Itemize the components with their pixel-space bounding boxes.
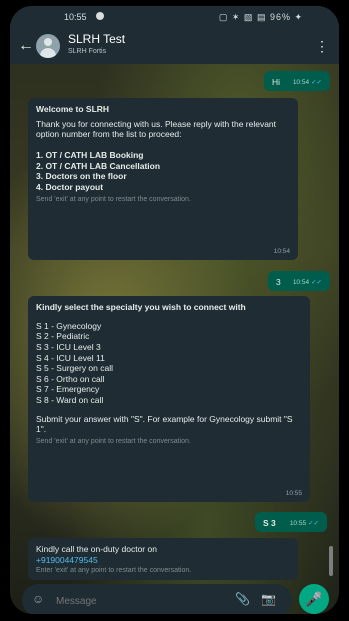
specialty-item: S 4 - ICU Level 11 <box>36 352 105 363</box>
message-input[interactable] <box>54 591 208 611</box>
option-item: 3. Doctors on the floor <box>36 171 127 182</box>
message-instruction: Submit your answer with "S". For example… <box>36 413 293 435</box>
option-item: 4. Doctor payout <box>36 181 104 192</box>
message-meta: 10:54 ✓✓ <box>292 78 322 86</box>
specialty-item: S 6 - Ortho on call <box>36 373 105 384</box>
specialty-item: S 7 - Emergency <box>36 384 100 395</box>
message-text: S 3 <box>263 518 276 528</box>
attach-icon[interactable]: 📎 <box>235 592 250 606</box>
message-in-call[interactable]: Kindly call the on-duty doctor on +91900… <box>28 538 298 580</box>
specialty-item: S 5 - Surgery on call <box>36 363 114 374</box>
chat-header: ← SLRH Test SLRH Fortis ⋮ <box>10 28 339 64</box>
specialty-item: S 3 - ICU Level 3 <box>36 341 101 352</box>
status-time: 10:55 <box>64 12 87 22</box>
message-text: Hi <box>272 77 281 87</box>
specialty-item: S 2 - Pediatric <box>36 331 90 342</box>
message-meta: 10:55 ✓✓ <box>289 519 319 527</box>
message-title: Welcome to SLRH <box>36 104 110 114</box>
message-in-specialty[interactable]: Kindly select the specialty you wish to … <box>28 296 310 502</box>
avatar[interactable] <box>36 34 60 58</box>
message-out-3[interactable]: 3 10:54 ✓✓ <box>268 271 330 291</box>
avatar-head <box>44 38 52 46</box>
message-footer: Send 'exit' at any point to restart the … <box>36 437 191 445</box>
read-ticks-icon: ✓✓ <box>311 278 322 286</box>
options-list: 1. OT / CATH LAB Booking 2. OT / CATH LA… <box>36 150 290 193</box>
option-item: 1. OT / CATH LAB Booking <box>36 149 144 160</box>
avatar-body <box>40 48 56 58</box>
option-item: 2. OT / CATH LAB Cancellation <box>36 160 161 171</box>
message-text: Kindly call the on-duty doctor on <box>36 544 157 554</box>
status-icons: ▢ ✶ ▧ ▤ 96% ✦ <box>218 12 303 22</box>
specialty-item: S 8 - Ward on call <box>36 395 104 405</box>
message-footer: Enter 'exit' at any point to restart the… <box>36 567 192 575</box>
camera-icon[interactable]: 📷 <box>261 592 276 606</box>
whatsapp-notification-icon <box>96 12 104 20</box>
mic-icon[interactable]: 🎤 <box>299 584 329 614</box>
phone-screen: 10:55 ▢ ✶ ▧ ▤ 96% ✦ ← SLRH Test SLRH For… <box>10 6 339 614</box>
message-footer: Send 'exit' at any point to restart the … <box>36 196 191 204</box>
read-ticks-icon: ✓✓ <box>308 519 319 527</box>
message-text: 3 <box>276 277 281 287</box>
message-in-welcome[interactable]: Welcome to SLRH Thank you for connecting… <box>28 98 298 260</box>
chat-title[interactable]: SLRH Test <box>68 32 125 46</box>
back-arrow-icon[interactable]: ← <box>18 37 34 55</box>
message-out-s3[interactable]: S 3 10:55 ✓✓ <box>255 512 327 532</box>
menu-kebab-icon[interactable]: ⋮ <box>315 38 329 55</box>
message-time: 10:54 <box>273 247 290 255</box>
message-meta: 10:54 ✓✓ <box>292 278 322 286</box>
specialty-item: S 1 - Gynecology <box>36 320 102 331</box>
scrollbar[interactable] <box>329 546 333 576</box>
message-time: 10:55 <box>285 489 302 497</box>
status-bar: 10:55 ▢ ✶ ▧ ▤ 96% ✦ <box>10 6 339 28</box>
message-composer[interactable]: ☺ 📎 📷 <box>22 584 292 614</box>
message-intro: Thank you for connecting with us. Please… <box>36 118 277 140</box>
message-title: Kindly select the specialty you wish to … <box>36 302 246 312</box>
specialty-list: S 1 - Gynecology S 2 - Pediatric S 3 - I… <box>36 321 302 406</box>
read-ticks-icon: ✓✓ <box>311 78 322 86</box>
phone-link[interactable]: +919004479545 <box>36 555 290 566</box>
emoji-icon[interactable]: ☺ <box>32 592 44 606</box>
chat-subtitle[interactable]: SLRH Fortis <box>68 48 106 55</box>
message-out-hi[interactable]: Hi 10:54 ✓✓ <box>264 71 330 91</box>
